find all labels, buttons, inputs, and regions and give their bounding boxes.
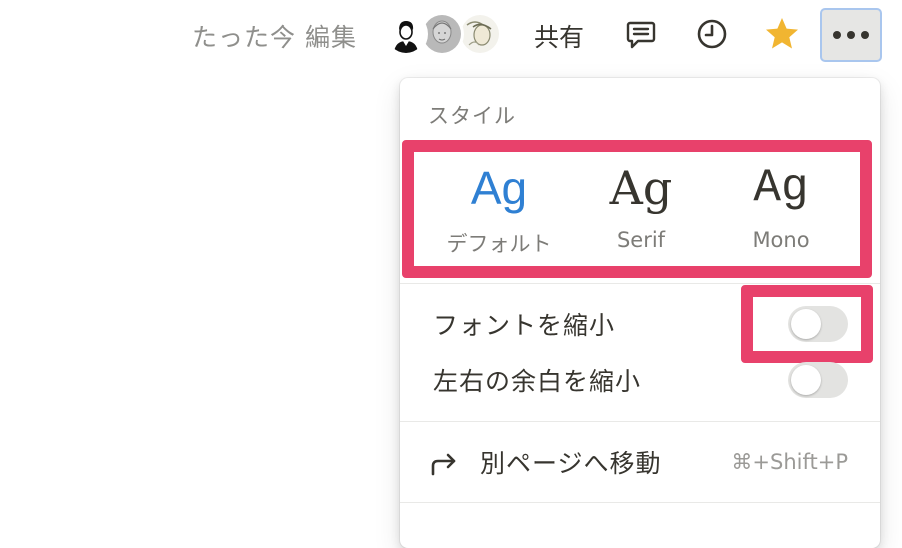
- page-options-menu: スタイル Ag デフォルト Ag Serif Ag Mono フォントを縮小 左…: [400, 78, 880, 548]
- share-button[interactable]: 共有: [534, 18, 584, 54]
- more-button[interactable]: [820, 8, 882, 62]
- toggle-knob: [791, 365, 821, 395]
- star-icon[interactable]: [762, 14, 802, 54]
- user-avatar-3[interactable]: [458, 12, 502, 56]
- style-section-label: スタイル: [428, 104, 516, 128]
- user-avatar-1[interactable]: [384, 12, 428, 56]
- move-to-page-item[interactable]: 別ページへ移動: [480, 444, 662, 480]
- shrink-font-label: フォントを縮小: [433, 311, 616, 340]
- menu-divider: [400, 283, 880, 284]
- style-options-highlight: [402, 140, 872, 278]
- edited-status: たった今 編集: [192, 23, 357, 52]
- top-bar: たった今 編集 共有: [0, 0, 902, 72]
- redirect-arrow-icon: [431, 453, 456, 476]
- shrink-font-toggle-highlight: [741, 285, 873, 363]
- clock-icon[interactable]: [692, 14, 732, 54]
- more-icon: [833, 31, 841, 39]
- menu-divider: [400, 421, 880, 422]
- narrow-margins-label: 左右の余白を縮小: [433, 367, 642, 396]
- move-shortcut: ⌘+Shift+P: [731, 450, 848, 474]
- comment-icon[interactable]: [621, 14, 661, 54]
- menu-divider: [400, 502, 880, 503]
- narrow-margins-toggle[interactable]: [788, 362, 848, 398]
